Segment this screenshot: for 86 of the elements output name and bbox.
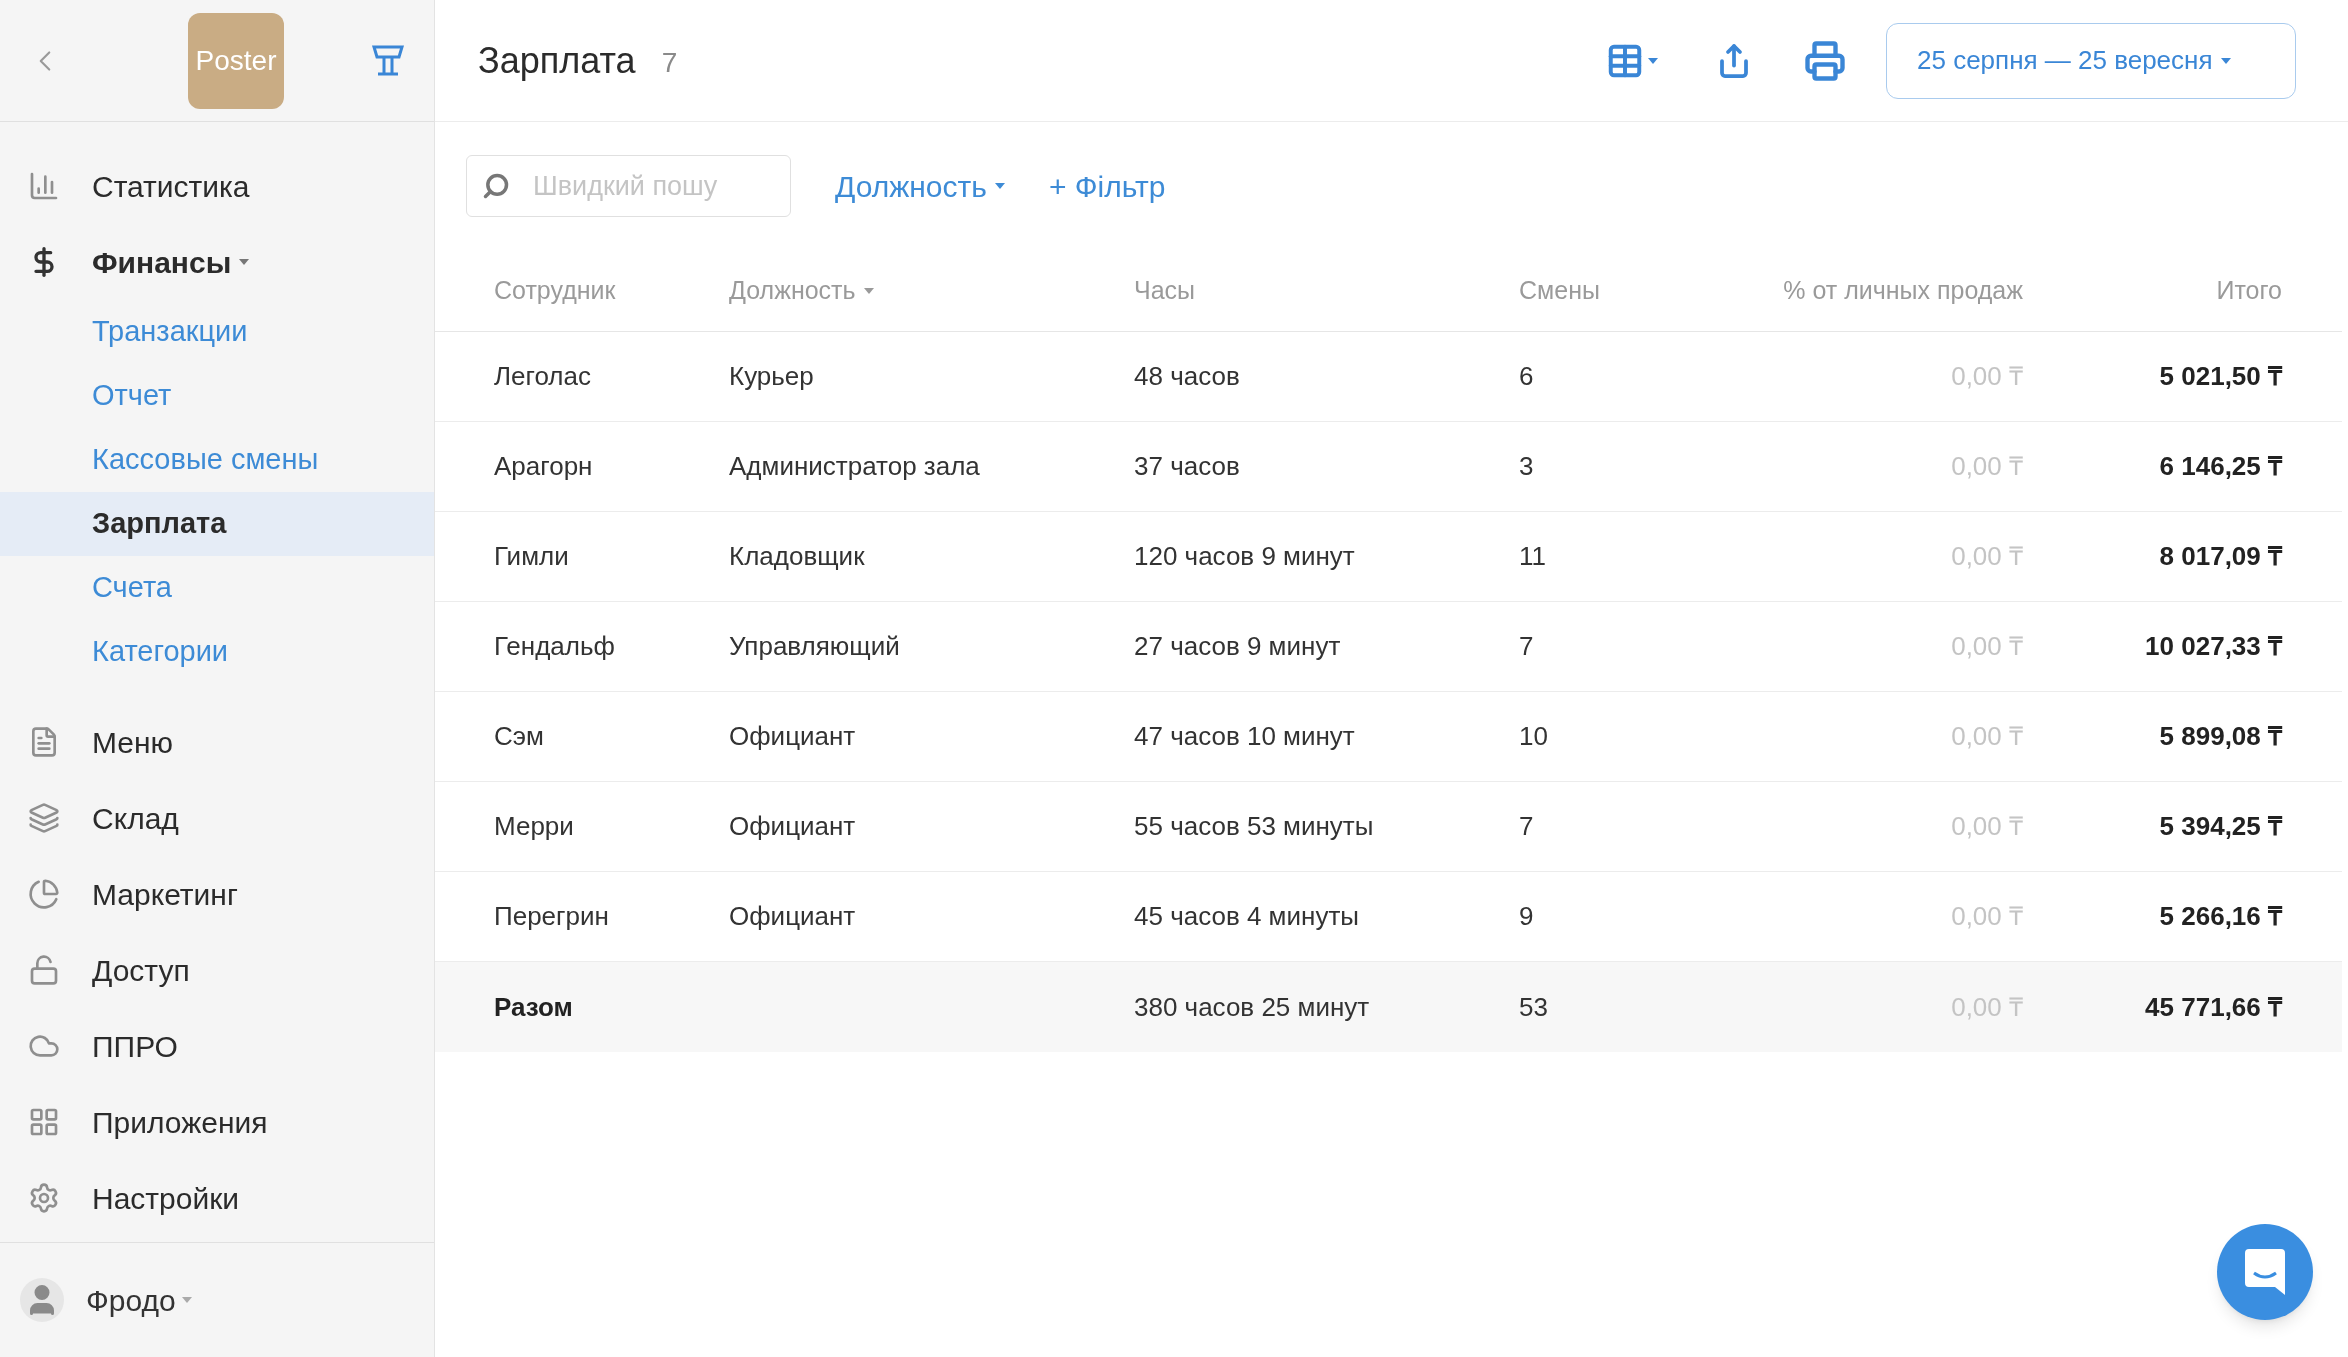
table-cell-text: Мерри [494, 810, 575, 843]
table-cell-text: 0,00 ₸ [1950, 630, 2023, 663]
table-cell-text: 6 146,25 ₸ [2158, 450, 2282, 483]
table-cell-text: Управляющий [729, 630, 901, 663]
add-filter-link[interactable]: + Фільтр [1048, 163, 1166, 209]
table-cell-text: 48 часов [1134, 360, 1241, 393]
table-cell-text: 5 394,25 ₸ [2158, 810, 2282, 843]
table-cell-text: Официант [729, 720, 857, 753]
table-cell-text: 37 часов [1134, 450, 1241, 483]
gear-icon [28, 1182, 60, 1214]
table-cell-text: Арагорн [494, 450, 594, 483]
date-range-button[interactable]: 25 серпня — 25 вересня [1886, 22, 2296, 99]
table-cell-text: 7 [1519, 630, 1535, 663]
sidebar-item[interactable]: Доступ [0, 932, 434, 1008]
table-cell-text: 7 [1519, 810, 1535, 843]
sidebar-item[interactable]: Маркетинг [0, 856, 434, 932]
sidebar-item[interactable]: Статистика [0, 148, 434, 224]
table-cell-text: Гимли [494, 540, 570, 573]
table-cell-text: 5 021,50 ₸ [2158, 360, 2282, 393]
table-cell-text: 120 часов 9 минут [1134, 540, 1356, 573]
user-menu[interactable]: Фродо [86, 1277, 176, 1323]
desk-lamp-icon[interactable] [370, 44, 406, 77]
sort-caret-icon [863, 287, 874, 294]
table-cell-text: 0,00 ₸ [1950, 540, 2023, 573]
table-row[interactable]: Мерри Официант 55 часов 53 минуты 7 0,00 ₸ 5 394,25 ₸ [435, 782, 2342, 872]
caret-icon [181, 1297, 192, 1303]
pie-chart-icon [28, 878, 60, 910]
table-cell-text: Кладовщик [729, 540, 866, 573]
table-cell-text: 55 часов 53 минуты [1134, 810, 1375, 843]
total-cell-text: Разом [494, 990, 574, 1024]
table-row[interactable]: Арагорн Администратор зала 37 часов 3 0,00 ₸ 6 146,25 ₸ [435, 422, 2342, 512]
table-cell-text: 8 017,09 ₸ [2158, 540, 2282, 573]
record-count: 7 [661, 45, 678, 80]
table-row[interactable]: Гимли Кладовщик 120 часов 9 минут 11 0,00 ₸ 8 017,09 ₸ [435, 512, 2342, 602]
total-cell-text: 45 771,66 ₸ [2144, 990, 2282, 1024]
table-cell-text: 0,00 ₸ [1950, 900, 2023, 933]
table-cell-text: 0,00 ₸ [1950, 810, 2023, 843]
table-cell-text: 47 часов 10 минут [1134, 720, 1356, 753]
table-cell-text: 0,00 ₸ [1950, 360, 2023, 393]
avatar-icon [20, 1278, 64, 1322]
printer-icon[interactable] [1804, 39, 1846, 82]
table-cell-text: 5 266,16 ₸ [2158, 900, 2282, 933]
total-cell-text: 53 [1519, 990, 1549, 1024]
table-cell-text: 0,00 ₸ [1950, 450, 2023, 483]
table-row[interactable]: Сэм Официант 47 часов 10 минут 10 0,00 ₸ 5 899,08 ₸ [435, 692, 2342, 782]
caret-icon [2220, 57, 2231, 64]
table-cell-text: 5 899,08 ₸ [2158, 720, 2282, 753]
sidebar-item[interactable]: ППРО [0, 1008, 434, 1084]
caret-icon [1648, 57, 1658, 64]
sidebar-item[interactable]: Склад [0, 780, 434, 856]
grid-icon [28, 1106, 60, 1138]
table-cell-text: 3 [1519, 450, 1535, 483]
table-cell-text: 9 [1519, 900, 1535, 933]
bar-chart-icon [28, 170, 60, 202]
caret-icon [994, 183, 1005, 189]
table-cell-text: Администратор зала [729, 450, 981, 483]
table-cell-text: 6 [1519, 360, 1535, 393]
sidebar-item[interactable]: Финансы [0, 224, 434, 300]
position-filter-dropdown[interactable]: Должность [835, 163, 1005, 209]
table-cell-text: Курьер [729, 360, 815, 393]
table-cell-text: 11 [1519, 540, 1547, 573]
layers-icon [28, 802, 60, 834]
sidebar-item[interactable]: Настройки [0, 1160, 434, 1236]
table-cell-text: 45 часов 4 минуты [1134, 900, 1360, 933]
table-cell-text: Сэм [494, 720, 545, 753]
total-cell-text: 380 часов 25 минут [1134, 990, 1371, 1024]
search-icon [482, 172, 510, 200]
caret-icon [239, 259, 250, 265]
search-field[interactable]: Швидкий пошу [466, 155, 791, 217]
table-cell-text: Перегрин [494, 900, 610, 933]
chat-bubble-icon [2245, 1249, 2285, 1295]
sidebar-item[interactable]: Меню [0, 704, 434, 780]
table-cell-text: Официант [729, 900, 857, 933]
table-cell-text: Официант [729, 810, 857, 843]
sidebar-subitem[interactable]: Зарплата [0, 492, 434, 556]
page-title: Зарплата [478, 38, 636, 83]
unlocked-padlock-icon [28, 954, 60, 986]
sidebar-item[interactable]: Приложения [0, 1084, 434, 1160]
table-cell-text: 27 часов 9 минут [1134, 630, 1342, 663]
table-row[interactable]: Леголас Курьер 48 часов 6 0,00 ₸ 5 021,50 ₸ [435, 332, 2342, 422]
table-cell-text: 10 027,33 ₸ [2144, 630, 2282, 663]
table-cell-text: Гендальф [494, 630, 616, 663]
table-row[interactable]: Гендальф Управляющий 27 часов 9 минут 7 0,00 ₸ 10 027,33 ₸ [435, 602, 2342, 692]
table-cell-text: 0,00 ₸ [1950, 720, 2023, 753]
table-cell-text: Леголас [494, 360, 592, 393]
table-cell-text: 10 [1519, 720, 1549, 753]
